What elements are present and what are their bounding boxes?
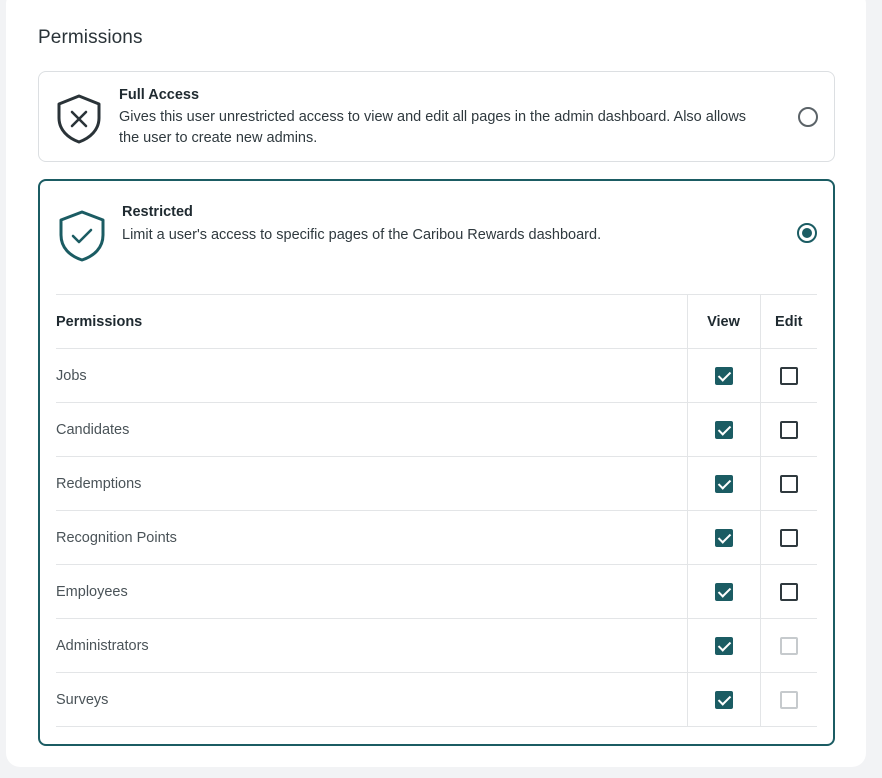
table-header-row: Permissions View Edit <box>56 294 817 349</box>
permission-name: Candidates <box>56 402 687 457</box>
restricted-description: Limit a user's access to specific pages … <box>122 227 602 243</box>
table-row: Employees <box>56 564 817 619</box>
header-edit: Edit <box>759 294 817 349</box>
shield-x-icon <box>54 93 104 150</box>
view-cell <box>686 402 760 457</box>
edit-checkbox[interactable] <box>779 420 798 439</box>
table-row: Redemptions <box>56 456 817 511</box>
view-checkbox[interactable] <box>714 690 733 709</box>
table-row: Recognition Points <box>56 510 817 565</box>
permission-name: Administrators <box>56 618 687 673</box>
table-row: Surveys <box>56 672 817 727</box>
edit-cell <box>759 564 817 619</box>
view-checkbox[interactable] <box>714 528 733 547</box>
edit-cell <box>759 672 817 727</box>
edit-checkbox[interactable] <box>779 366 798 385</box>
restricted-radio[interactable] <box>797 223 817 243</box>
table-row: Candidates <box>56 402 817 457</box>
radio-selected-dot <box>802 228 812 238</box>
full-access-radio[interactable] <box>798 107 818 127</box>
view-cell <box>686 564 760 619</box>
header-view: View <box>686 294 760 349</box>
edit-cell <box>759 618 817 673</box>
view-cell <box>686 510 760 565</box>
view-cell <box>686 348 760 403</box>
edit-cell <box>759 402 817 457</box>
full-access-option[interactable]: Full Access Gives this user unrestricted… <box>38 71 835 162</box>
permission-name: Recognition Points <box>56 510 687 565</box>
edit-checkbox[interactable] <box>779 474 798 493</box>
full-access-title: Full Access <box>119 87 200 103</box>
permission-name: Employees <box>56 564 687 619</box>
permission-name: Jobs <box>56 348 687 403</box>
view-cell <box>686 618 760 673</box>
full-access-description: Gives this user unrestricted access to v… <box>119 109 747 146</box>
section-title: Permissions <box>38 27 143 48</box>
edit-checkbox[interactable] <box>779 528 798 547</box>
permissions-rows: Jobs Candidates Redemptions Recognition Poi… <box>56 348 817 727</box>
view-checkbox[interactable] <box>714 420 733 439</box>
view-checkbox[interactable] <box>714 636 733 655</box>
view-checkbox[interactable] <box>714 366 733 385</box>
restricted-option[interactable]: Restricted Limit a user's access to spec… <box>38 179 835 746</box>
edit-cell <box>759 456 817 511</box>
edit-cell <box>759 348 817 403</box>
edit-checkbox <box>779 690 798 709</box>
view-checkbox[interactable] <box>714 474 733 493</box>
permission-name: Surveys <box>56 672 687 727</box>
table-row: Administrators <box>56 618 817 673</box>
header-permissions: Permissions <box>56 294 687 349</box>
shield-check-icon <box>56 209 108 268</box>
view-checkbox[interactable] <box>714 582 733 601</box>
edit-checkbox[interactable] <box>779 582 798 601</box>
permissions-table: Permissions View Edit Jobs Candidates Rede… <box>56 294 817 727</box>
view-cell <box>686 672 760 727</box>
edit-cell <box>759 510 817 565</box>
permission-name: Redemptions <box>56 456 687 511</box>
view-cell <box>686 456 760 511</box>
restricted-title: Restricted <box>122 204 193 220</box>
edit-checkbox <box>779 636 798 655</box>
table-row: Jobs <box>56 348 817 403</box>
